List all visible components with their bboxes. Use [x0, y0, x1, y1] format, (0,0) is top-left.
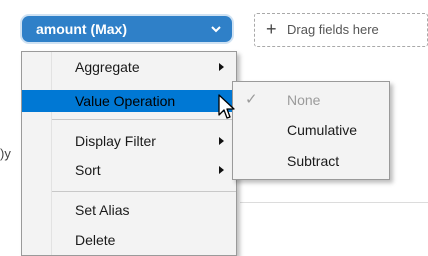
- submenu-item-label: Subtract: [287, 153, 340, 169]
- submenu-item-label: Cumulative: [287, 122, 358, 138]
- field-context-menu: Aggregate Value Operation Display Filter…: [21, 51, 237, 256]
- menu-item-sort[interactable]: Sort: [22, 159, 236, 181]
- drop-zone-label: Drag fields here: [287, 22, 379, 37]
- menu-icon-gutter: [51, 52, 52, 255]
- menu-item-label: Set Alias: [75, 202, 130, 218]
- divider-line: [240, 202, 428, 203]
- menu-item-aggregate[interactable]: Aggregate: [22, 56, 236, 78]
- menu-item-value-operation[interactable]: Value Operation: [22, 90, 236, 112]
- field-pill-amount-max[interactable]: amount (Max): [22, 16, 232, 42]
- menu-separator: [52, 119, 236, 120]
- submenu-item-cumulative[interactable]: Cumulative: [233, 118, 389, 142]
- mouse-cursor-icon: [218, 94, 235, 119]
- menu-item-label: Sort: [75, 162, 101, 178]
- menu-item-display-filter[interactable]: Display Filter: [22, 130, 236, 152]
- submenu-item-label: None: [287, 92, 321, 108]
- submenu-item-subtract[interactable]: Subtract: [233, 149, 389, 173]
- submenu-arrow-icon: [219, 166, 224, 174]
- submenu-arrow-icon: [219, 63, 224, 71]
- plus-icon: +: [266, 19, 277, 39]
- menu-separator: [52, 191, 236, 192]
- menu-item-label: Display Filter: [75, 133, 156, 149]
- menu-item-set-alias[interactable]: Set Alias: [22, 199, 236, 221]
- menu-item-delete[interactable]: Delete: [22, 229, 236, 251]
- menu-item-label: Delete: [75, 232, 116, 248]
- field-pill-label: amount (Max): [36, 21, 127, 37]
- menu-item-label: Aggregate: [75, 59, 140, 75]
- chevron-down-icon[interactable]: [210, 23, 222, 35]
- submenu-arrow-icon: [219, 137, 224, 145]
- menu-item-label: Value Operation: [75, 93, 176, 109]
- checkmark-icon: ✓: [245, 91, 258, 108]
- drag-fields-drop-zone[interactable]: + Drag fields here: [254, 13, 428, 47]
- value-operation-submenu: ✓ None Cumulative Subtract: [232, 81, 390, 180]
- background-text-fragment: )y: [0, 146, 11, 161]
- submenu-item-none[interactable]: ✓ None: [233, 88, 389, 112]
